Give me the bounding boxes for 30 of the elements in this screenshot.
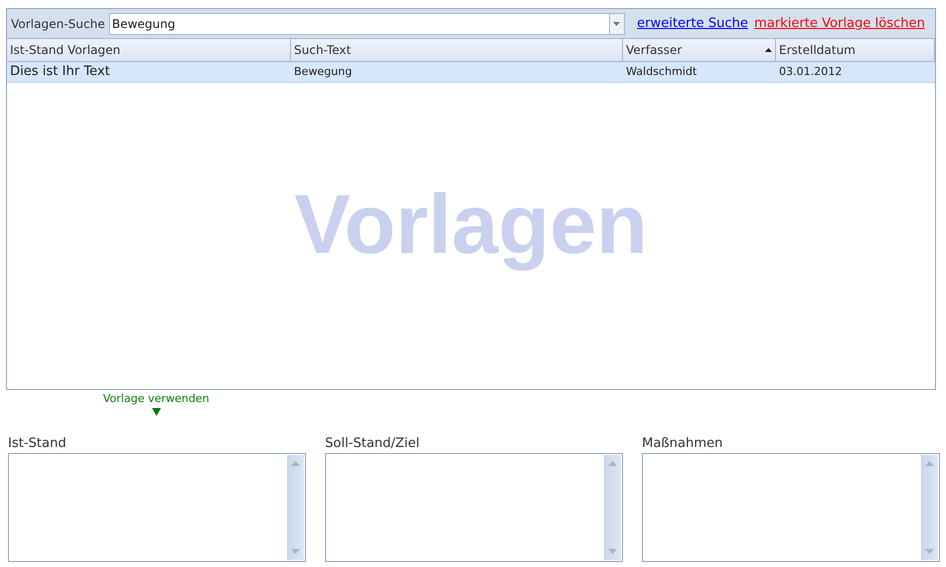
- field-label: Ist-Stand: [8, 435, 68, 453]
- advanced-search-link[interactable]: erweiterte Suche: [636, 14, 748, 34]
- use-template-link[interactable]: Vorlage verwenden: [103, 391, 210, 408]
- scroll-up-icon[interactable]: [291, 461, 300, 466]
- field-label: Soll-Stand/Ziel: [325, 435, 420, 453]
- scroll-down-icon[interactable]: [608, 549, 617, 554]
- text-area[interactable]: [642, 453, 940, 562]
- scroll-down-icon[interactable]: [291, 549, 300, 554]
- scrollbar[interactable]: [921, 455, 938, 560]
- scroll-up-icon[interactable]: [925, 461, 934, 466]
- table-row[interactable]: Dies ist Ihr Text Bewegung Waldschmidt 03.01.2012: [7, 62, 935, 83]
- scrollbar[interactable]: [287, 455, 304, 560]
- table-cell: Bewegung: [291, 62, 623, 82]
- scroll-up-icon[interactable]: [608, 461, 617, 466]
- dropdown-icon[interactable]: [608, 14, 624, 34]
- column-header[interactable]: Such-Text: [291, 39, 623, 61]
- column-header[interactable]: Verfasser: [623, 39, 776, 61]
- field-label: Maßnahmen: [642, 435, 724, 453]
- table-cell: Waldschmidt: [623, 62, 776, 82]
- column-header[interactable]: Ist-Stand Vorlagen: [7, 39, 291, 61]
- down-arrow-icon: [152, 408, 161, 416]
- table-cell: 03.01.2012: [776, 62, 935, 82]
- scrollbar[interactable]: [604, 455, 621, 560]
- search-combo[interactable]: Bewegung: [108, 12, 625, 34]
- search-label: Vorlagen-Suche: [11, 16, 105, 32]
- scroll-down-icon[interactable]: [925, 549, 934, 554]
- column-header[interactable]: Erstelldatum: [776, 39, 935, 61]
- text-area[interactable]: [8, 453, 306, 562]
- table-cell: Dies ist Ihr Text: [7, 62, 291, 82]
- text-area[interactable]: [325, 453, 623, 562]
